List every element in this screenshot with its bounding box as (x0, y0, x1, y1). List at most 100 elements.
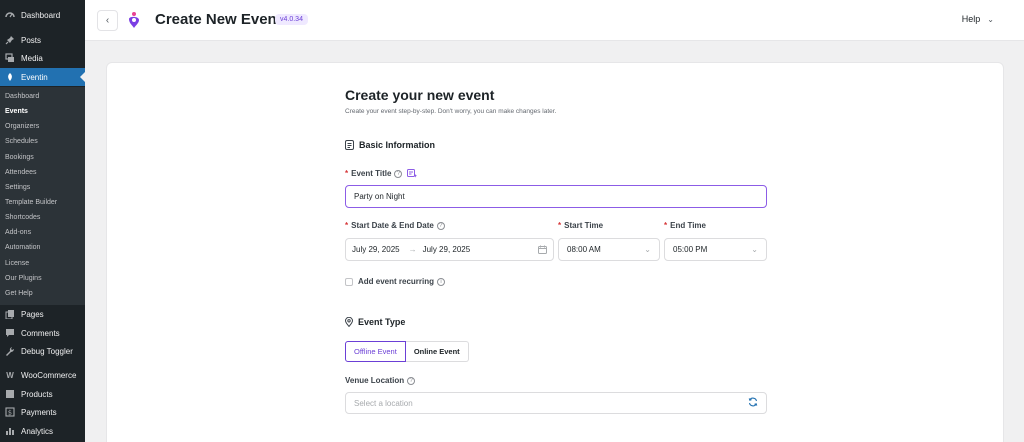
chevron-down-icon: ⌄ (751, 245, 758, 254)
end-date-value: July 29, 2025 (422, 245, 471, 254)
section-title-text: Basic Information (359, 140, 436, 150)
tab-online-event[interactable]: Online Event (405, 341, 469, 362)
start-date-value: July 29, 2025 (352, 245, 400, 254)
section-event-type: Event Type (345, 317, 405, 327)
help-circle-icon[interactable]: ? (407, 376, 416, 385)
label-text: Start Date & End Date (351, 221, 434, 230)
dashboard-icon (4, 9, 16, 21)
submenu-license[interactable]: License (5, 260, 29, 267)
help-circle-icon[interactable]: ? (394, 169, 403, 178)
submenu-schedules[interactable]: Schedules (5, 138, 38, 145)
menu-dashboard[interactable]: Dashboard (0, 6, 85, 24)
submenu-automation[interactable]: Automation (5, 244, 40, 251)
chevron-down-icon: ⌄ (644, 245, 651, 254)
chevron-left-icon: ‹ (105, 15, 110, 26)
required-marker: * (345, 169, 349, 178)
help-label: Help (961, 14, 981, 24)
eventin-submenu (0, 87, 85, 305)
venue-search-input[interactable] (354, 398, 748, 408)
pin-icon (4, 34, 16, 46)
info-circle-icon[interactable]: i (437, 277, 446, 286)
help-circle-icon[interactable]: ? (436, 221, 445, 230)
section-title-text: Event Type (358, 317, 406, 327)
menu-label: Debug Toggler (21, 346, 73, 356)
media-icon (4, 52, 16, 64)
date-range-picker[interactable]: July 29, 2025 → July 29, 2025 (345, 238, 554, 261)
refresh-icon[interactable] (748, 397, 758, 409)
label-text: Event Title (351, 169, 392, 178)
create-event-card: Create your new event Create your event … (106, 62, 1004, 442)
calendar-icon (538, 245, 547, 254)
back-button[interactable]: ‹ (97, 10, 118, 31)
event-type-toggle: Offline Event Online Event (345, 341, 469, 362)
event-title-input[interactable]: Party on Night (345, 185, 767, 208)
comments-icon (4, 327, 16, 339)
menu-eventin[interactable]: Eventin (0, 68, 85, 86)
menu-label: Eventin (21, 72, 48, 82)
menu-label: WooCommerce (21, 370, 77, 380)
required-marker: * (345, 221, 349, 230)
label-text: End Time (670, 221, 706, 230)
submenu-settings[interactable]: Settings (5, 184, 30, 191)
recurring-label: Add event recurring (358, 277, 435, 286)
payments-icon: $ (4, 406, 16, 418)
version-badge: v4.0.34 (275, 14, 308, 25)
menu-products[interactable]: Products (0, 385, 85, 403)
submenu-get-help[interactable]: Get Help (5, 290, 33, 297)
submenu-bookings[interactable]: Bookings (5, 154, 34, 161)
venue-location-select[interactable] (345, 392, 767, 414)
start-time-label: * Start Time (558, 221, 603, 230)
submenu-organizers[interactable]: Organizers (5, 123, 39, 130)
checkbox[interactable] (345, 277, 353, 286)
eventin-icon (4, 71, 16, 83)
eventin-logo-icon (129, 12, 139, 28)
label-text: Venue Location (345, 376, 405, 385)
date-range-label: * Start Date & End Date ? (345, 221, 445, 230)
menu-label: Dashboard (21, 10, 61, 20)
submenu-our-plugins[interactable]: Our Plugins (5, 275, 42, 282)
submenu-dashboard[interactable]: Dashboard (5, 93, 39, 100)
menu-pages[interactable]: Pages (0, 305, 85, 323)
required-marker: * (664, 221, 668, 230)
page-title: Create New Event (155, 11, 282, 28)
menu-label: Pages (21, 309, 44, 319)
submenu-attendees[interactable]: Attendees (5, 169, 37, 176)
menu-label: Comments (21, 328, 60, 338)
form-subheading: Create your event step-by-step. Don't wo… (345, 108, 557, 115)
menu-woocommerce[interactable]: W WooCommerce (0, 366, 85, 384)
ai-generate-icon[interactable] (407, 169, 418, 178)
svg-text:$: $ (8, 409, 12, 417)
form-heading: Create your new event (345, 87, 495, 103)
analytics-icon (4, 425, 16, 437)
menu-debug-toggler[interactable]: Debug Toggler (0, 342, 85, 360)
submenu-add-ons[interactable]: Add-ons (5, 229, 31, 236)
wrench-icon (4, 345, 16, 357)
menu-label: Payments (21, 407, 57, 417)
event-title-label: * Event Title ? (345, 169, 418, 178)
submenu-template-builder[interactable]: Template Builder (5, 199, 57, 206)
start-time-select[interactable]: 08:00 AM ⌄ (558, 238, 660, 261)
submenu-shortcodes[interactable]: Shortcodes (5, 214, 40, 221)
end-time-select[interactable]: 05:00 PM ⌄ (664, 238, 767, 261)
tab-offline-event[interactable]: Offline Event (345, 341, 406, 362)
section-basic-information: Basic Information (345, 140, 435, 150)
woocommerce-icon: W (6, 370, 14, 380)
help-dropdown[interactable]: Help ⌄ (962, 14, 994, 24)
menu-comments[interactable]: Comments (0, 324, 85, 342)
menu-payments[interactable]: $ Payments (0, 403, 85, 421)
start-time-value: 08:00 AM (567, 245, 601, 254)
location-pin-icon (345, 317, 353, 327)
event-recurring-checkbox[interactable]: Add event recurring i (345, 277, 446, 286)
menu-analytics[interactable]: Analytics (0, 422, 85, 440)
menu-media[interactable]: Media (0, 49, 85, 67)
menu-label: Products (21, 389, 53, 399)
chevron-down-icon: ⌄ (987, 14, 994, 24)
menu-label: Media (21, 53, 43, 63)
menu-label: Analytics (21, 426, 54, 436)
event-title-value: Party on Night (354, 192, 405, 201)
admin-sidebar: Dashboard Posts Media Eventin Dashboard … (0, 0, 85, 442)
submenu-events[interactable]: Events (5, 108, 28, 115)
menu-posts[interactable]: Posts (0, 31, 85, 49)
end-time-value: 05:00 PM (673, 245, 708, 254)
arrow-right-icon: → (408, 245, 417, 254)
